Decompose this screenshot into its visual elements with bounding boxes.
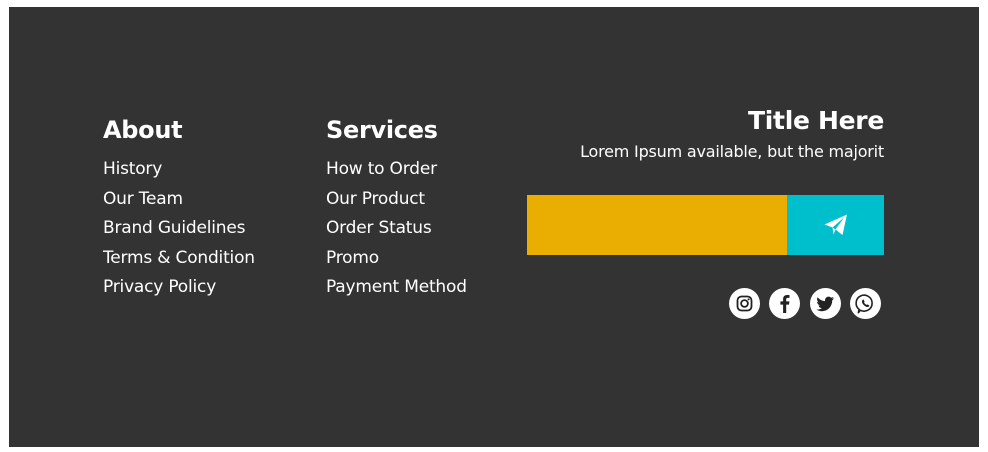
subscribe-form [527, 195, 884, 255]
services-heading: Services [326, 116, 438, 144]
link-privacy-policy[interactable]: Privacy Policy [103, 277, 216, 297]
facebook-icon [780, 295, 790, 313]
about-heading: About [103, 116, 183, 144]
site-footer: About History Our Team Brand Guidelines … [9, 7, 979, 447]
link-promo[interactable]: Promo [326, 248, 379, 268]
services-column: Services How to Order Our Product Order … [326, 115, 467, 307]
services-links: How to Order Our Product Order Status Pr… [326, 159, 467, 307]
twitter-icon [816, 296, 834, 312]
email-input[interactable] [527, 195, 787, 255]
link-our-product[interactable]: Our Product [326, 189, 425, 209]
newsletter-block: Title Here Lorem Ipsum available, but th… [527, 106, 884, 162]
link-brand-guidelines[interactable]: Brand Guidelines [103, 218, 245, 238]
newsletter-title: Title Here [748, 106, 884, 135]
link-payment-method[interactable]: Payment Method [326, 277, 467, 297]
instagram-button[interactable] [729, 288, 760, 319]
about-links: History Our Team Brand Guidelines Terms … [103, 159, 255, 307]
instagram-icon [736, 295, 753, 312]
link-terms-condition[interactable]: Terms & Condition [103, 248, 255, 268]
link-order-status[interactable]: Order Status [326, 218, 432, 238]
whatsapp-icon [855, 294, 873, 314]
send-button[interactable] [787, 195, 884, 255]
newsletter-text: Lorem Ipsum available, but the majorit [580, 142, 884, 161]
facebook-button[interactable] [769, 288, 800, 319]
twitter-button[interactable] [810, 288, 841, 319]
whatsapp-button[interactable] [850, 288, 881, 319]
send-icon [824, 214, 847, 235]
about-column: About History Our Team Brand Guidelines … [103, 115, 255, 307]
link-how-to-order[interactable]: How to Order [326, 159, 437, 179]
link-our-team[interactable]: Our Team [103, 189, 183, 209]
link-history[interactable]: History [103, 159, 162, 179]
